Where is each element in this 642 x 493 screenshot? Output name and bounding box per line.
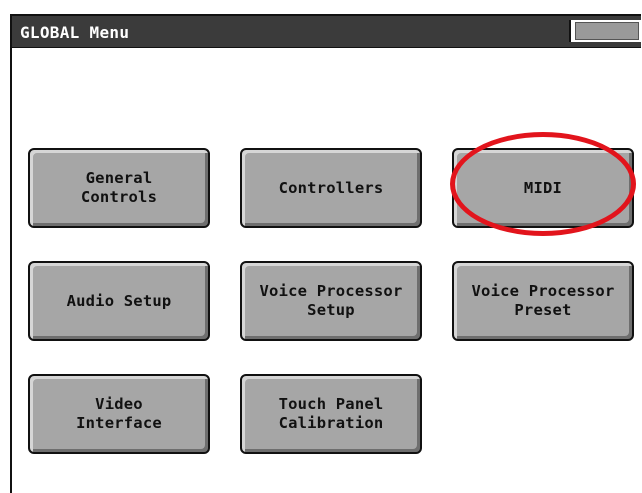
voice-processor-preset-button[interactable]: Voice Processor Preset: [452, 261, 634, 341]
title-bar-tab-face: [575, 22, 639, 40]
general-controls-button[interactable]: General Controls: [28, 148, 210, 228]
title-bar: GLOBAL Menu: [12, 16, 641, 48]
voice-processor-preset-label: Voice Processor Preset: [471, 282, 615, 319]
voice-processor-setup-button[interactable]: Voice Processor Setup: [240, 261, 422, 341]
midi-button[interactable]: MIDI: [452, 148, 634, 228]
page-title: GLOBAL Menu: [20, 23, 130, 42]
general-controls-label: General Controls: [80, 169, 158, 206]
touch-panel-calibration-label: Touch Panel Calibration: [278, 395, 384, 432]
controllers-button[interactable]: Controllers: [240, 148, 422, 228]
video-interface-button[interactable]: Video Interface: [28, 374, 210, 454]
midi-label: MIDI: [523, 178, 563, 197]
voice-processor-setup-label: Voice Processor Setup: [259, 282, 403, 319]
audio-setup-button[interactable]: Audio Setup: [28, 261, 210, 341]
controllers-label: Controllers: [278, 178, 384, 197]
title-bar-tab[interactable]: [569, 20, 641, 42]
video-interface-label: Video Interface: [76, 395, 162, 432]
audio-setup-label: Audio Setup: [66, 291, 172, 310]
touch-panel-calibration-button[interactable]: Touch Panel Calibration: [240, 374, 422, 454]
